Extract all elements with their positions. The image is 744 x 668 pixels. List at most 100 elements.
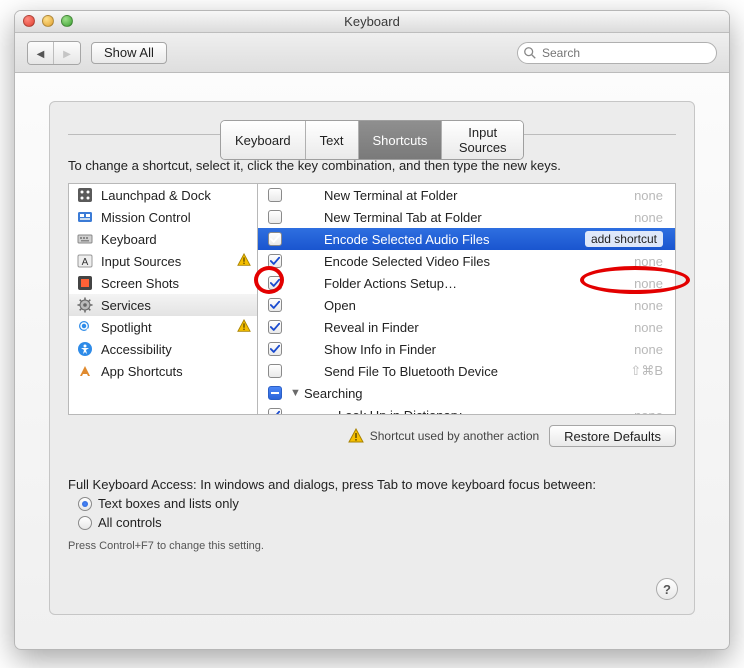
zoom-icon[interactable] [61, 15, 73, 27]
search-field[interactable] [517, 42, 717, 64]
back-button[interactable] [28, 42, 54, 64]
sidebar-item-spotlight[interactable]: Spotlight [69, 316, 257, 338]
mission-control-icon [77, 209, 93, 225]
shortcut-display[interactable]: none [634, 408, 663, 416]
launchpad-icon [77, 187, 93, 203]
radio-label: All controls [98, 515, 162, 530]
svg-text:A: A [82, 257, 89, 268]
checkbox[interactable] [268, 188, 282, 202]
service-row[interactable]: Folder Actions Setup… none [258, 272, 675, 294]
chevron-right-icon [63, 45, 71, 60]
sidebar-item-input-sources[interactable]: A Input Sources [69, 250, 257, 272]
sidebar-item-label: Input Sources [101, 254, 181, 269]
shortcut-display[interactable]: none [634, 188, 663, 203]
service-row[interactable]: New Terminal at Folder none [258, 184, 675, 206]
service-row[interactable]: Send File To Bluetooth Device⇧⌘B [258, 360, 675, 382]
services-list[interactable]: New Terminal at FoldernoneNew Terminal T… [258, 183, 676, 415]
services-gear-icon [77, 297, 93, 313]
checkbox[interactable] [268, 364, 282, 378]
service-row[interactable]: New Terminal Tab at Folder none [258, 206, 675, 228]
tab-shortcuts[interactable]: Shortcuts [359, 121, 443, 159]
search-icon [523, 46, 537, 60]
warning-icon [237, 319, 251, 336]
service-row[interactable]: Reveal in Finder none [258, 316, 675, 338]
titlebar: Keyboard [15, 11, 729, 33]
shortcut-display[interactable]: none [634, 342, 663, 357]
checkbox[interactable] [268, 210, 282, 224]
nav-buttons [27, 41, 81, 65]
tabs: KeyboardTextShortcutsInput Sources [220, 120, 524, 160]
tab-input-sources[interactable]: Input Sources [442, 121, 523, 159]
service-name: Folder Actions Setup… [324, 276, 626, 291]
service-name: Look Up in Dictionary [338, 408, 626, 416]
radio-icon [78, 516, 92, 530]
checkbox[interactable] [268, 232, 282, 246]
checkbox[interactable] [268, 254, 282, 268]
instruction-text: To change a shortcut, select it, click t… [68, 158, 676, 173]
service-row[interactable]: Open none [258, 294, 675, 316]
sidebar-item-launchpad-dock[interactable]: Launchpad & Dock [69, 184, 257, 206]
traffic-lights [23, 15, 73, 27]
warning-label: Shortcut used by another action [370, 429, 539, 443]
full-keyboard-access: Full Keyboard Access: In windows and dia… [68, 477, 676, 552]
service-name: New Terminal Tab at Folder [324, 210, 626, 225]
close-icon[interactable] [23, 15, 35, 27]
service-group-row[interactable]: ▼Searching [258, 382, 675, 404]
service-name: Open [324, 298, 626, 313]
tab-text[interactable]: Text [306, 121, 359, 159]
shortcut-display[interactable]: ⇧⌘B [630, 363, 663, 379]
shortcut-display[interactable]: none [634, 276, 663, 291]
add-shortcut-button[interactable]: add shortcut [585, 231, 663, 247]
checkbox[interactable] [268, 276, 282, 290]
shortcuts-split: Launchpad & DockMission ControlKeyboardA… [68, 183, 676, 415]
sidebar-item-mission-control[interactable]: Mission Control [69, 206, 257, 228]
sidebar-item-screen-shots[interactable]: Screen Shots [69, 272, 257, 294]
tab-keyboard[interactable]: Keyboard [221, 121, 306, 159]
spotlight-icon [77, 319, 93, 335]
shortcut-display[interactable]: none [634, 210, 663, 225]
sidebar-item-keyboard[interactable]: Keyboard [69, 228, 257, 250]
app-shortcuts-icon [77, 363, 93, 379]
search-input[interactable] [540, 45, 710, 61]
sidebar-item-app-shortcuts[interactable]: App Shortcuts [69, 360, 257, 382]
show-all-button[interactable]: Show All [91, 42, 167, 64]
sidebar-item-label: App Shortcuts [101, 364, 183, 379]
service-name: Reveal in Finder [324, 320, 626, 335]
fka-hint: Press Control+F7 to change this setting. [68, 540, 676, 552]
restore-defaults-button[interactable]: Restore Defaults [549, 425, 676, 447]
sidebar-item-services[interactable]: Services [69, 294, 257, 316]
radio-label: Text boxes and lists only [98, 496, 239, 511]
shortcut-display[interactable]: none [634, 254, 663, 269]
checkbox[interactable] [268, 298, 282, 312]
sidebar-item-accessibility[interactable]: Accessibility [69, 338, 257, 360]
help-button[interactable]: ? [656, 578, 678, 600]
chevron-left-icon [37, 45, 45, 60]
service-row[interactable]: Show Info in Finder none [258, 338, 675, 360]
fka-radio-all-controls[interactable]: All controls [78, 515, 676, 530]
fka-radio-text-boxes-and-lists-only[interactable]: Text boxes and lists only [78, 496, 676, 511]
footer-row: Shortcut used by another action Restore … [68, 425, 676, 447]
window-title: Keyboard [344, 14, 400, 29]
sidebar-item-label: Launchpad & Dock [101, 188, 211, 203]
service-row[interactable]: Look Up in Dictionary none [258, 404, 675, 415]
checkbox[interactable] [268, 320, 282, 334]
service-name: New Terminal at Folder [324, 188, 626, 203]
shortcut-display[interactable]: none [634, 320, 663, 335]
service-row[interactable]: Encode Selected Video Filesnone [258, 250, 675, 272]
checkbox[interactable] [268, 386, 282, 400]
service-row[interactable]: Encode Selected Audio Filesadd shortcut [258, 228, 675, 250]
disclosure-triangle-icon[interactable]: ▼ [290, 387, 304, 399]
tabs-row: KeyboardTextShortcutsInput Sources [68, 120, 676, 148]
group-label: Searching [304, 386, 663, 401]
service-name: Show Info in Finder [324, 342, 626, 357]
checkbox[interactable] [268, 408, 282, 415]
sidebar-item-label: Spotlight [101, 320, 152, 335]
checkbox[interactable] [268, 342, 282, 356]
warning-icon [237, 253, 251, 270]
shortcut-display[interactable]: none [634, 298, 663, 313]
minimize-icon[interactable] [42, 15, 54, 27]
sidebar-categories[interactable]: Launchpad & DockMission ControlKeyboardA… [68, 183, 258, 415]
keyboard-prefs-pane: KeyboardTextShortcutsInput Sources To ch… [49, 101, 695, 615]
screenshots-icon [77, 275, 93, 291]
forward-button[interactable] [54, 42, 80, 64]
